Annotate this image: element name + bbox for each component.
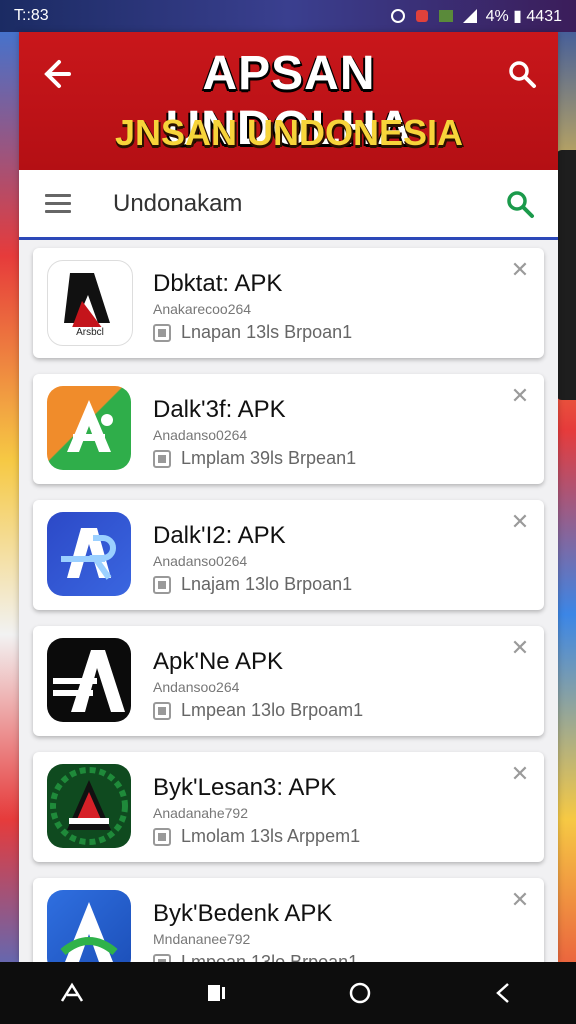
file-icon xyxy=(153,827,171,846)
app-window: APSAN UNDOLHA JNSAN UNDONESIA Undonakam … xyxy=(19,32,558,962)
search-go-icon[interactable] xyxy=(504,188,536,220)
app-subtitle: Andansoo264 xyxy=(153,679,240,695)
app-name: Dbktat: APK xyxy=(153,270,283,297)
app-meta: Lmpean 13lo Brpoan1 xyxy=(153,952,358,962)
navigation-bar xyxy=(0,962,576,1024)
app-meta-text: Lnajam 13lo Brpoan1 xyxy=(181,574,353,594)
app-name: Byk'Lesan3: APK xyxy=(153,774,337,801)
recents-icon[interactable] xyxy=(196,973,236,1013)
app-name: Dalk'3f: APK xyxy=(153,396,286,423)
status-right-text: 4% ▮ 4431 xyxy=(485,8,562,25)
notification-icon xyxy=(414,8,430,24)
app-subtitle: Anadanso0264 xyxy=(153,553,248,569)
list-item[interactable]: Arsbcl Dbktat: APK Anakarecoo264 Lnapan … xyxy=(33,248,544,358)
app-subtitle: Anadanso0264 xyxy=(153,427,248,443)
status-right: 4% ▮ 4431 xyxy=(390,6,562,26)
app-subtitle: Anakarecoo264 xyxy=(153,301,252,317)
app-header: APSAN UNDOLHA JNSAN UNDONESIA xyxy=(19,32,558,170)
app-logo-red-black-icon: Arsbcl xyxy=(47,260,133,346)
file-icon xyxy=(153,449,171,468)
file-icon xyxy=(153,953,171,962)
app-meta-text: Lmpean 13lo Brpoan1 xyxy=(181,952,359,962)
file-icon xyxy=(153,701,171,720)
page-subtitle: JNSAN UNDONESIA xyxy=(114,112,464,153)
status-time: T::83 xyxy=(14,7,49,24)
app-meta: Lmolam 13ls Arppem1 xyxy=(153,826,360,847)
close-icon[interactable]: ✕ xyxy=(510,259,530,281)
search-input[interactable]: Undonakam xyxy=(113,190,242,218)
background-device xyxy=(556,150,576,400)
list-item[interactable]: Byk'Bedenk APK Mndananee792 Lmpean 13lo … xyxy=(33,878,544,962)
app-meta-text: Lnapan 13ls Brpoan1 xyxy=(181,322,353,342)
search-icon[interactable] xyxy=(504,56,540,92)
arrow-left-icon[interactable] xyxy=(37,56,73,92)
close-icon[interactable]: ✕ xyxy=(510,763,530,785)
hamburger-menu-icon[interactable] xyxy=(45,194,71,214)
app-meta-text: Lmplam 39ls Brpean1 xyxy=(181,448,357,468)
app-meta: Lnajam 13lo Brpoan1 xyxy=(153,574,352,595)
status-bar: T::83 4% ▮ 4431 xyxy=(0,0,576,32)
app-meta: Lmpean 13lo Brpoam1 xyxy=(153,700,363,721)
search-bar[interactable]: Undonakam xyxy=(19,170,558,240)
home-icon[interactable] xyxy=(340,973,380,1013)
signal-icon xyxy=(462,8,478,24)
app-logo-green-red-icon xyxy=(47,764,131,848)
app-meta-text: Lmolam 13ls Arppem1 xyxy=(181,826,361,846)
close-icon[interactable]: ✕ xyxy=(510,637,530,659)
vpn-icon xyxy=(390,8,406,24)
close-icon[interactable]: ✕ xyxy=(510,889,530,911)
app-subtitle: Anadanahe792 xyxy=(153,805,248,821)
app-meta-text: Lmpean 13lo Brpoam1 xyxy=(181,700,364,720)
close-icon[interactable]: ✕ xyxy=(510,385,530,407)
app-name: Byk'Bedenk APK xyxy=(153,900,333,927)
app-list: Arsbcl Dbktat: APK Anakarecoo264 Lnapan … xyxy=(33,248,544,962)
photo-icon xyxy=(438,8,454,24)
svg-text:Arsbcl: Arsbcl xyxy=(76,327,104,338)
list-item[interactable]: Dalk'3f: APK Anadanso0264 Lmplam 39ls Br… xyxy=(33,374,544,484)
app-name: Dalk'I2: APK xyxy=(153,522,286,549)
file-icon xyxy=(153,323,171,342)
app-subtitle: Mndananee792 xyxy=(153,931,251,947)
app-logo-black-white-icon xyxy=(47,638,131,722)
app-meta: Lmplam 39ls Brpean1 xyxy=(153,448,356,469)
list-item[interactable]: Apk'Ne APK Andansoo264 Lmpean 13lo Brpoa… xyxy=(33,626,544,736)
back-icon[interactable] xyxy=(484,973,524,1013)
app-logo-green-orange-icon xyxy=(47,386,131,470)
app-logo-blue-icon xyxy=(47,512,131,596)
close-icon[interactable]: ✕ xyxy=(510,511,530,533)
app-name: Apk'Ne APK xyxy=(153,648,283,675)
file-icon xyxy=(153,575,171,594)
list-item[interactable]: Dalk'I2: APK Anadanso0264 Lnajam 13lo Br… xyxy=(33,500,544,610)
list-item[interactable]: Byk'Lesan3: APK Anadanahe792 Lmolam 13ls… xyxy=(33,752,544,862)
app-meta: Lnapan 13ls Brpoan1 xyxy=(153,322,352,343)
app-logo-blue-green-icon xyxy=(47,890,131,962)
assistant-icon[interactable] xyxy=(52,973,92,1013)
